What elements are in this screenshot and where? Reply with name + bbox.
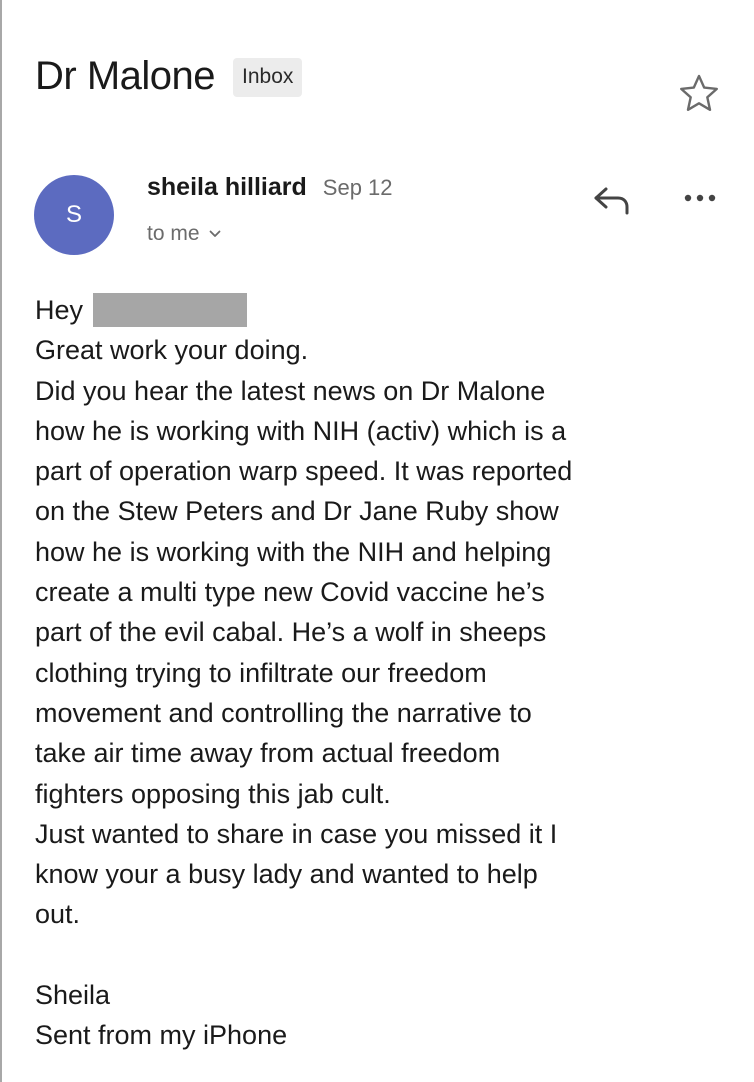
avatar[interactable]: S xyxy=(34,175,114,255)
left-border xyxy=(0,0,2,1082)
body-line: how he is working with NIH (activ) which… xyxy=(35,415,567,446)
body-line: how he is working with the NIH and helpi… xyxy=(35,536,552,567)
greeting-text: Hey xyxy=(35,295,84,325)
body-line: create a multi type new Covid vaccine he… xyxy=(35,577,545,608)
body-line: know your a busy lady and wanted to help xyxy=(35,859,538,890)
sender-name[interactable]: sheila hilliard xyxy=(147,173,307,202)
sent-date: Sep 12 xyxy=(322,175,393,200)
body-line: movement and controlling the narrative t… xyxy=(35,697,532,728)
body-line: part of the evil cabal. He’s a wolf in s… xyxy=(35,617,547,648)
subject-header: Dr Malone Inbox xyxy=(35,54,303,99)
body-line: Great work your doing. xyxy=(35,335,309,366)
sender-row: sheila hilliard Sep 12 xyxy=(147,173,393,202)
body-line: Just wanted to share in case you missed … xyxy=(35,818,558,849)
more-options-icon[interactable] xyxy=(680,186,720,210)
star-icon[interactable] xyxy=(676,70,722,116)
body-line: take air time away from actual freedom xyxy=(35,738,501,769)
body-line: fighters opposing this jab cult. xyxy=(35,778,391,809)
body-line: Did you hear the latest news on Dr Malon… xyxy=(35,375,546,406)
avatar-initial: S xyxy=(65,201,82,228)
chevron-down-icon xyxy=(209,230,220,237)
email-body: Hey Great work your doing. Did you hear … xyxy=(35,290,725,1056)
body-line: part of operation warp speed. It was rep… xyxy=(35,456,573,487)
inbox-label-chip[interactable]: Inbox xyxy=(233,58,303,97)
email-subject: Dr Malone xyxy=(35,54,216,98)
greeting-line: Hey xyxy=(35,290,725,330)
body-line: clothing trying to infiltrate our freedo… xyxy=(35,657,487,688)
recipient-label: to me xyxy=(147,222,200,245)
body-line: out. xyxy=(35,899,81,930)
mobile-signature: Sent from my iPhone xyxy=(35,1020,288,1051)
signature: Sheila xyxy=(35,980,111,1011)
body-line: on the Stew Peters and Dr Jane Ruby show xyxy=(35,496,559,527)
reply-icon[interactable] xyxy=(592,181,632,217)
redacted-name-block xyxy=(93,293,248,327)
recipient-details-toggle[interactable]: to me xyxy=(147,222,222,246)
